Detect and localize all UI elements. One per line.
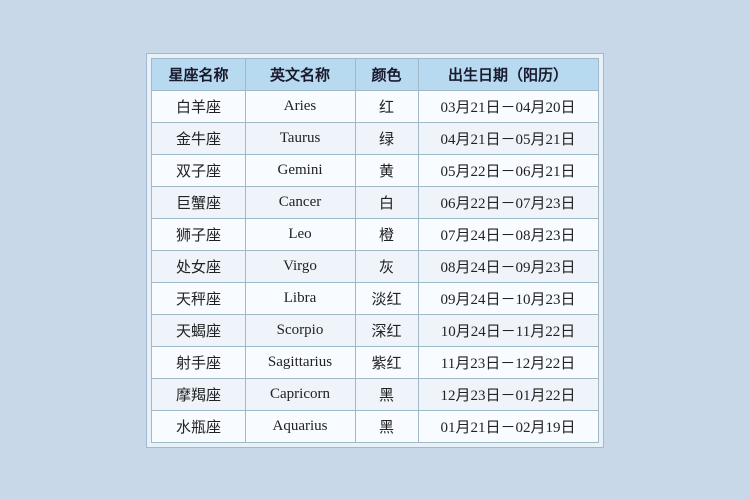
table-header-row: 星座名称 英文名称 颜色 出生日期（阳历） [152,58,598,90]
cell-date: 03月21日－04月20日 [418,90,598,122]
cell-color: 橙 [355,218,418,250]
cell-chinese: 金牛座 [152,122,245,154]
cell-date: 11月23日－12月22日 [418,346,598,378]
cell-date: 08月24日－09月23日 [418,250,598,282]
cell-english: Cancer [245,186,355,218]
table-body: 白羊座Aries红03月21日－04月20日金牛座Taurus绿04月21日－0… [152,90,598,442]
cell-english: Capricorn [245,378,355,410]
cell-color: 白 [355,186,418,218]
table-row: 白羊座Aries红03月21日－04月20日 [152,90,598,122]
cell-date: 06月22日－07月23日 [418,186,598,218]
table-row: 摩羯座Capricorn黑12月23日－01月22日 [152,378,598,410]
table-row: 处女座Virgo灰08月24日－09月23日 [152,250,598,282]
cell-color: 黑 [355,378,418,410]
cell-date: 05月22日－06月21日 [418,154,598,186]
cell-english: Taurus [245,122,355,154]
cell-chinese: 天秤座 [152,282,245,314]
cell-english: Gemini [245,154,355,186]
cell-chinese: 射手座 [152,346,245,378]
cell-english: Libra [245,282,355,314]
table-row: 射手座Sagittarius紫红11月23日－12月22日 [152,346,598,378]
zodiac-table-container: 星座名称 英文名称 颜色 出生日期（阳历） 白羊座Aries红03月21日－04… [146,53,603,448]
cell-color: 灰 [355,250,418,282]
cell-color: 紫红 [355,346,418,378]
cell-chinese: 水瓶座 [152,410,245,442]
cell-chinese: 巨蟹座 [152,186,245,218]
table-row: 双子座Gemini黄05月22日－06月21日 [152,154,598,186]
cell-color: 淡红 [355,282,418,314]
cell-chinese: 双子座 [152,154,245,186]
header-chinese: 星座名称 [152,58,245,90]
cell-english: Scorpio [245,314,355,346]
cell-date: 07月24日－08月23日 [418,218,598,250]
cell-color: 深红 [355,314,418,346]
cell-color: 红 [355,90,418,122]
cell-english: Sagittarius [245,346,355,378]
header-english: 英文名称 [245,58,355,90]
cell-date: 04月21日－05月21日 [418,122,598,154]
cell-english: Virgo [245,250,355,282]
cell-color: 黑 [355,410,418,442]
cell-chinese: 白羊座 [152,90,245,122]
zodiac-table: 星座名称 英文名称 颜色 出生日期（阳历） 白羊座Aries红03月21日－04… [151,58,598,443]
cell-english: Leo [245,218,355,250]
table-row: 天秤座Libra淡红09月24日－10月23日 [152,282,598,314]
table-row: 巨蟹座Cancer白06月22日－07月23日 [152,186,598,218]
cell-chinese: 狮子座 [152,218,245,250]
table-row: 水瓶座Aquarius黑01月21日－02月19日 [152,410,598,442]
cell-date: 09月24日－10月23日 [418,282,598,314]
cell-date: 01月21日－02月19日 [418,410,598,442]
header-date: 出生日期（阳历） [418,58,598,90]
header-color: 颜色 [355,58,418,90]
cell-color: 绿 [355,122,418,154]
cell-color: 黄 [355,154,418,186]
cell-english: Aries [245,90,355,122]
cell-chinese: 处女座 [152,250,245,282]
table-row: 狮子座Leo橙07月24日－08月23日 [152,218,598,250]
cell-english: Aquarius [245,410,355,442]
table-row: 天蝎座Scorpio深红10月24日－11月22日 [152,314,598,346]
cell-date: 10月24日－11月22日 [418,314,598,346]
cell-chinese: 天蝎座 [152,314,245,346]
table-row: 金牛座Taurus绿04月21日－05月21日 [152,122,598,154]
cell-date: 12月23日－01月22日 [418,378,598,410]
cell-chinese: 摩羯座 [152,378,245,410]
